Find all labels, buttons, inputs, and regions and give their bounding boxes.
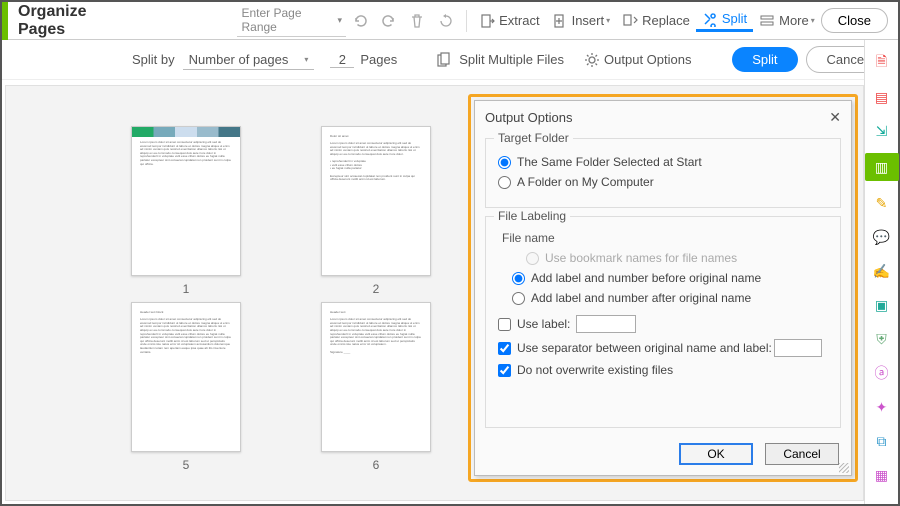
chevron-down-icon: ▾ bbox=[337, 15, 342, 26]
chevron-down-icon: ▾ bbox=[304, 55, 308, 64]
group-label: Target Folder bbox=[494, 131, 573, 145]
replace-button[interactable]: Replace bbox=[622, 13, 690, 29]
sign-icon[interactable]: ✍ bbox=[871, 259, 893, 283]
ok-button[interactable]: OK bbox=[679, 443, 753, 465]
rotate-icon[interactable] bbox=[438, 11, 455, 31]
page-title: Organize Pages bbox=[18, 3, 117, 39]
create-pdf-icon[interactable]: 🗎 bbox=[871, 51, 893, 75]
delete-icon[interactable] bbox=[409, 11, 426, 31]
radio-input[interactable] bbox=[498, 176, 511, 189]
radio-bookmark-names: Use bookmark names for file names bbox=[526, 251, 828, 265]
page-range-input[interactable]: Enter Page Range ▾ bbox=[237, 4, 346, 37]
radio-same-folder[interactable]: The Same Folder Selected at Start bbox=[498, 155, 828, 169]
radio-input bbox=[526, 252, 539, 265]
checkbox-use-separator[interactable]: Use separator between original name and … bbox=[498, 339, 828, 357]
chevron-down-icon: ▾ bbox=[606, 16, 610, 25]
page-range-placeholder: Enter Page Range bbox=[241, 6, 319, 34]
split-multiple-button[interactable]: Split Multiple Files bbox=[437, 52, 564, 68]
export-pdf-icon[interactable]: ⇲ bbox=[871, 119, 893, 143]
group-label: File Labeling bbox=[494, 209, 570, 223]
separator-text-input[interactable] bbox=[774, 339, 822, 357]
checkbox-no-overwrite[interactable]: Do not overwrite existing files bbox=[498, 363, 828, 377]
file-labeling-group: File Labeling File name Use bookmark nam… bbox=[485, 216, 841, 428]
output-options-button[interactable]: Output Options bbox=[584, 52, 691, 68]
page-number: 1 bbox=[183, 282, 190, 296]
checkbox-use-label[interactable]: Use label: bbox=[498, 315, 828, 333]
redact-icon[interactable]: ▣ bbox=[871, 293, 893, 317]
split-mode-dropdown[interactable]: Number of pages ▾ bbox=[183, 50, 315, 70]
accent-stripe bbox=[2, 2, 8, 40]
resize-grip-icon[interactable] bbox=[839, 463, 849, 473]
redo-icon[interactable] bbox=[381, 11, 398, 31]
insert-button[interactable]: Insert▾ bbox=[552, 13, 611, 29]
edit-pdf-icon[interactable]: ▤ bbox=[871, 85, 893, 109]
cancel-button[interactable]: Cancel bbox=[765, 443, 839, 465]
page-thumbnail[interactable]: Dolor sit ametLorem ipsum dolor sit amet… bbox=[316, 126, 436, 296]
stamp-icon[interactable]: ✦ bbox=[871, 395, 893, 419]
output-options-dialog: Output Options ✕ Target Folder The Same … bbox=[474, 100, 852, 476]
page-thumbnail[interactable]: Header textLorem ipsum dolor sit amet co… bbox=[316, 302, 436, 472]
checkbox-input[interactable] bbox=[498, 342, 511, 355]
checkbox-input[interactable] bbox=[498, 364, 511, 377]
checkbox-input[interactable] bbox=[498, 318, 511, 331]
fill-sign-icon[interactable]: ✎ bbox=[871, 191, 893, 215]
file-name-label: File name bbox=[502, 231, 828, 245]
separator bbox=[466, 10, 467, 32]
split-toolbar: Split by Number of pages ▾ 2 Pages Split… bbox=[2, 40, 898, 80]
page-thumbnail[interactable]: Header text blockLorem ipsum dolor sit a… bbox=[126, 302, 246, 472]
more-tools-icon[interactable]: ▦ bbox=[871, 463, 893, 487]
label-text-input[interactable] bbox=[576, 315, 636, 333]
radio-input[interactable] bbox=[498, 156, 511, 169]
page-count-input[interactable]: 2 bbox=[330, 52, 354, 68]
active-underline bbox=[696, 29, 753, 32]
close-button[interactable]: Close bbox=[821, 8, 888, 33]
split-action-button[interactable]: Split bbox=[732, 47, 797, 72]
right-tool-sidebar: 🗎 ▤ ⇲ ▥ ✎ 💬 ✍ ▣ ⛨ ⓐ ✦ ⧉ ▦ bbox=[864, 40, 898, 504]
page-number: 5 bbox=[183, 458, 190, 472]
extract-button[interactable]: Extract bbox=[479, 13, 539, 29]
protect-icon[interactable]: ⛨ bbox=[871, 327, 893, 351]
dialog-title: Output Options bbox=[485, 110, 572, 125]
comment-icon[interactable]: 💬 bbox=[871, 225, 893, 249]
radio-other-folder[interactable]: A Folder on My Computer bbox=[498, 175, 828, 189]
radio-input[interactable] bbox=[512, 272, 525, 285]
split-by-label: Split by bbox=[132, 52, 175, 67]
top-toolbar: Organize Pages Enter Page Range ▾ Extrac… bbox=[2, 2, 898, 40]
page-number: 6 bbox=[373, 458, 380, 472]
radio-label-after[interactable]: Add label and number after original name bbox=[512, 291, 828, 305]
compare-icon[interactable]: ⧉ bbox=[871, 429, 893, 453]
radio-label-before[interactable]: Add label and number before original nam… bbox=[512, 271, 828, 285]
close-icon[interactable]: ✕ bbox=[829, 109, 841, 126]
undo-icon[interactable] bbox=[352, 11, 369, 31]
split-button[interactable]: Split bbox=[702, 11, 747, 27]
target-folder-group: Target Folder The Same Folder Selected a… bbox=[485, 138, 841, 208]
pages-label: Pages bbox=[360, 52, 397, 67]
page-number: 2 bbox=[373, 282, 380, 296]
more-button[interactable]: More▾ bbox=[759, 13, 815, 29]
organize-pages-icon[interactable]: ▥ bbox=[865, 153, 899, 181]
page-thumbnail[interactable]: Lorem ipsum dolor sit amet consectetur a… bbox=[126, 126, 246, 296]
chevron-down-icon: ▾ bbox=[811, 16, 815, 25]
radio-input[interactable] bbox=[512, 292, 525, 305]
accessibility-icon[interactable]: ⓐ bbox=[871, 361, 893, 385]
